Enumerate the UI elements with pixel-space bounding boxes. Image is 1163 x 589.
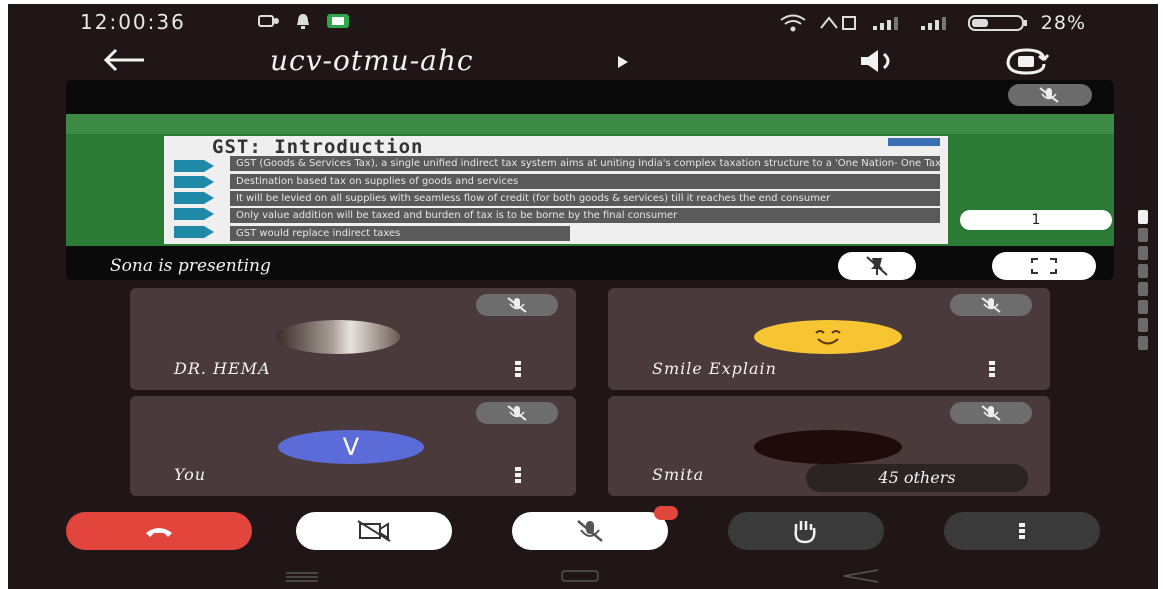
- more-options-button[interactable]: [944, 512, 1100, 550]
- slide-bullet: GST (Goods & Services Tax), a single uni…: [230, 156, 940, 171]
- hangup-icon: [146, 528, 172, 537]
- participant-name: You: [174, 465, 207, 484]
- avatar: [276, 320, 400, 354]
- scroll-indicator[interactable]: [1138, 210, 1150, 362]
- battery-icon: [967, 15, 1027, 31]
- raise-hand-button[interactable]: [728, 512, 884, 550]
- signal-2-icon: [920, 17, 946, 30]
- home-icon[interactable]: [560, 569, 600, 583]
- camera-toggle-button[interactable]: [296, 512, 452, 550]
- phone-screen: 12:00:36 28% ucv-otmu-ahc GST: Introduct…: [8, 4, 1158, 589]
- bullet-arrow-icon: [174, 176, 214, 188]
- status-notification-icons: [258, 12, 350, 30]
- android-nav-bar: [8, 563, 1158, 589]
- mic-toggle-button[interactable]: [512, 506, 678, 550]
- end-call-button[interactable]: [66, 512, 252, 550]
- more-vertical-icon[interactable]: [514, 360, 522, 378]
- avatar-initial: V: [278, 430, 424, 464]
- participant-mute-indicator: [950, 402, 1032, 424]
- top-bar: ucv-otmu-ahc: [8, 40, 1158, 82]
- fullscreen-button[interactable]: [992, 252, 1096, 280]
- participant-tile[interactable]: Smile Explain: [608, 288, 1050, 390]
- more-vertical-icon[interactable]: [514, 466, 522, 484]
- participant-mute-indicator: [476, 294, 558, 316]
- menu-icon[interactable]: [284, 571, 320, 583]
- mic-off-icon: [577, 520, 603, 542]
- participant-tile[interactable]: V You: [130, 396, 576, 496]
- status-bar: 12:00:36 28%: [8, 4, 1158, 40]
- status-system-icons: 28%: [779, 12, 1086, 34]
- back-icon[interactable]: [842, 568, 880, 584]
- mic-off-icon: [1039, 87, 1059, 103]
- wifi-icon: [780, 14, 806, 32]
- mic-off-icon: [981, 405, 1001, 421]
- pin-off-icon: [866, 256, 888, 276]
- slide-logo: [888, 138, 940, 146]
- participant-name: Smile Explain: [652, 359, 777, 378]
- mic-off-icon: [507, 405, 527, 421]
- signal-1-icon: [872, 17, 898, 30]
- meeting-code[interactable]: ucv-otmu-ahc: [270, 44, 474, 77]
- participant-mute-indicator: [476, 402, 558, 424]
- presentation-mute-indicator: [1008, 84, 1092, 106]
- smile-icon: [815, 330, 841, 345]
- slide-bullet: GST would replace indirect taxes: [230, 226, 570, 241]
- status-time: 12:00:36: [80, 10, 186, 34]
- more-vertical-icon[interactable]: [988, 360, 996, 378]
- mic-off-icon: [981, 297, 1001, 313]
- fullscreen-icon: [1031, 258, 1057, 274]
- bullet-arrow-icon: [174, 192, 214, 204]
- arrow-left-icon[interactable]: [102, 48, 146, 72]
- pin-button[interactable]: [838, 252, 916, 280]
- volte-icon: [819, 16, 856, 30]
- participant-name: DR. HEMA: [174, 359, 271, 378]
- meet-icon: [327, 14, 349, 28]
- notification-badge: [654, 506, 678, 520]
- slide-bullet: Destination based tax on supplies of goo…: [230, 174, 940, 189]
- slide-page-indicator[interactable]: 1: [960, 210, 1112, 230]
- video-off-icon: [357, 520, 391, 542]
- shared-screen-toolbar: [66, 114, 1114, 134]
- participant-name: Smita: [652, 465, 705, 484]
- bullet-arrow-icon: [174, 160, 214, 172]
- battery-percent: 28%: [1040, 12, 1086, 34]
- others-count-button[interactable]: 45 others: [806, 464, 1028, 492]
- bell-icon: [297, 14, 309, 29]
- mic-off-icon: [507, 297, 527, 313]
- camera-switch-icon[interactable]: [1002, 46, 1050, 76]
- bullet-arrow-icon: [174, 208, 214, 220]
- participant-tile[interactable]: Smita 45 others: [608, 396, 1050, 496]
- play-icon[interactable]: [616, 54, 630, 70]
- raise-hand-icon: [794, 521, 816, 544]
- shared-screen[interactable]: GST: Introduction GST (Goods & Services …: [66, 114, 1114, 246]
- presenter-label: Sona is presenting: [110, 256, 271, 276]
- more-vertical-icon: [1019, 523, 1025, 539]
- presentation-panel: GST: Introduction GST (Goods & Services …: [66, 80, 1114, 280]
- slide-title: GST: Introduction: [212, 136, 424, 158]
- cast-icon: [258, 15, 279, 27]
- slide-bullet: Only value addition will be taxed and bu…: [230, 208, 940, 223]
- speaker-icon[interactable]: [858, 48, 902, 74]
- slide-bullet: It will be levied on all supplies with s…: [230, 191, 940, 206]
- participant-mute-indicator: [950, 294, 1032, 316]
- avatar: [754, 320, 902, 354]
- participant-tile[interactable]: DR. HEMA: [130, 288, 576, 390]
- slide: GST: Introduction GST (Goods & Services …: [164, 136, 948, 244]
- avatar: [754, 430, 902, 464]
- bullet-arrow-icon: [174, 226, 214, 238]
